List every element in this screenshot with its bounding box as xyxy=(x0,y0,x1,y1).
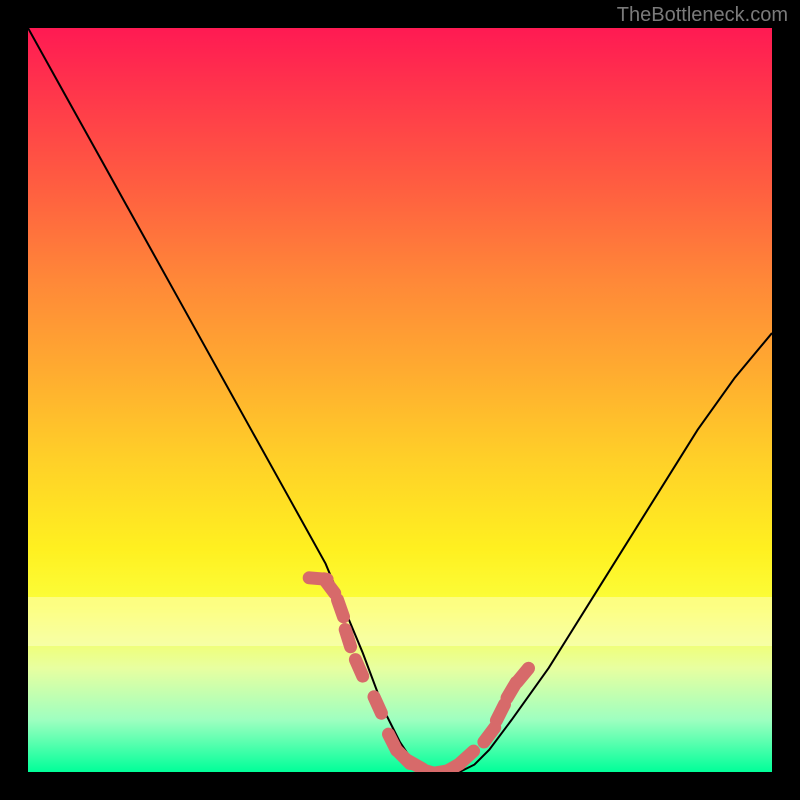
marker-segment xyxy=(338,600,344,617)
marker-segment xyxy=(355,660,362,677)
bottleneck-curve xyxy=(28,28,772,772)
marker-segment xyxy=(496,704,504,720)
marker-segment xyxy=(345,630,350,647)
marker-segment xyxy=(484,728,495,742)
marker-segment xyxy=(374,697,381,713)
marker-segment xyxy=(324,579,335,593)
marker-segment xyxy=(460,751,473,763)
curve-svg xyxy=(28,28,772,772)
chart-container xyxy=(28,28,772,772)
watermark-text: TheBottleneck.com xyxy=(617,4,788,27)
plot-area xyxy=(28,28,772,772)
marker-segment xyxy=(517,668,529,682)
